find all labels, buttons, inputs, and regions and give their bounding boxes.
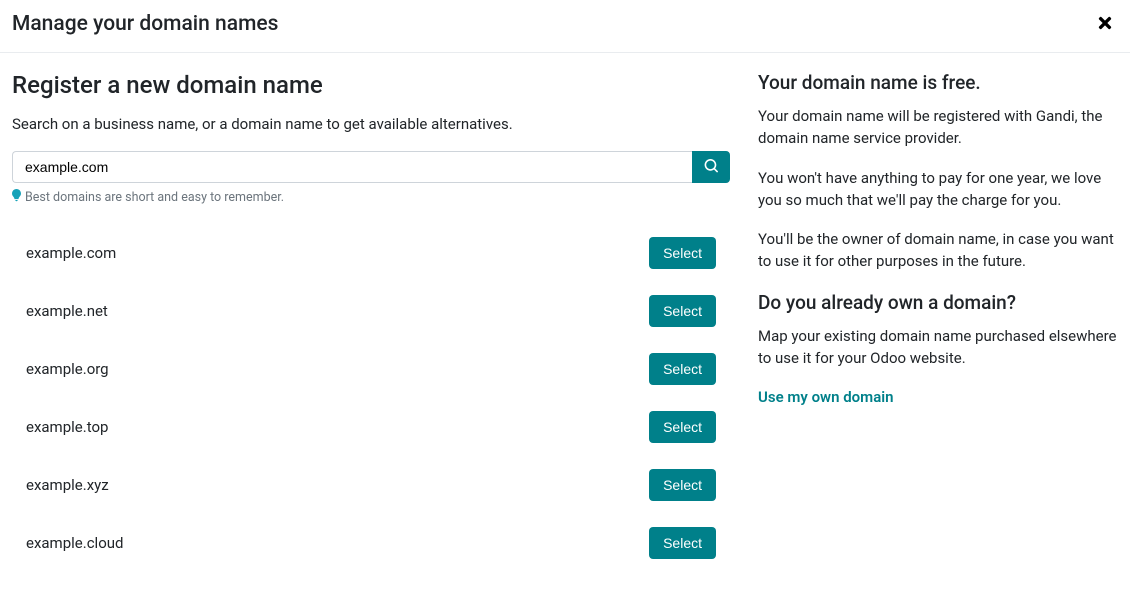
select-button[interactable]: Select — [649, 411, 716, 443]
domain-search-input[interactable] — [12, 151, 692, 183]
select-button[interactable]: Select — [649, 527, 716, 559]
domain-result-name: example.org — [26, 360, 109, 378]
select-button[interactable]: Select — [649, 295, 716, 327]
lightbulb-icon — [12, 189, 21, 206]
info-panel: Your domain name is free. Your domain na… — [758, 71, 1118, 572]
search-button[interactable] — [692, 151, 730, 183]
select-button[interactable]: Select — [649, 353, 716, 385]
domain-result-row: example.top Select — [12, 398, 730, 456]
domain-result-name: example.top — [26, 418, 108, 436]
domain-result-name: example.cloud — [26, 534, 123, 552]
select-button[interactable]: Select — [649, 469, 716, 501]
modal-header: Manage your domain names — [0, 0, 1130, 53]
search-icon — [704, 159, 718, 176]
select-button[interactable]: Select — [649, 237, 716, 269]
register-heading: Register a new domain name — [12, 71, 730, 99]
search-hint-text: Best domains are short and easy to remem… — [25, 190, 284, 205]
domain-result-row: example.com Select — [12, 224, 730, 282]
register-subheading: Search on a business name, or a domain n… — [12, 115, 730, 133]
domain-result-row: example.org Select — [12, 340, 730, 398]
search-group — [12, 151, 730, 183]
modal-body: Register a new domain name Search on a b… — [0, 53, 1130, 572]
domain-result-name: example.com — [26, 244, 116, 262]
domain-result-row: example.cloud Select — [12, 514, 730, 572]
use-own-domain-link[interactable]: Use my own domain — [758, 388, 894, 406]
close-button[interactable] — [1092, 10, 1118, 38]
search-hint: Best domains are short and easy to remem… — [12, 189, 730, 206]
info-paragraph: Your domain name will be registered with… — [758, 106, 1118, 150]
domain-result-row: example.net Select — [12, 282, 730, 340]
domain-result-row: example.xyz Select — [12, 456, 730, 514]
own-domain-paragraph: Map your existing domain name purchased … — [758, 326, 1118, 370]
own-domain-heading: Do you already own a domain? — [758, 291, 1118, 314]
modal-title: Manage your domain names — [12, 12, 278, 36]
register-panel: Register a new domain name Search on a b… — [12, 71, 758, 572]
domain-result-name: example.xyz — [26, 476, 109, 494]
close-icon — [1096, 20, 1114, 35]
info-paragraph: You'll be the owner of domain name, in c… — [758, 229, 1118, 273]
domain-results-list: example.com Select example.net Select ex… — [12, 224, 730, 572]
info-paragraph: You won't have anything to pay for one y… — [758, 168, 1118, 212]
domain-result-name: example.net — [26, 302, 108, 320]
free-heading: Your domain name is free. — [758, 71, 1118, 94]
